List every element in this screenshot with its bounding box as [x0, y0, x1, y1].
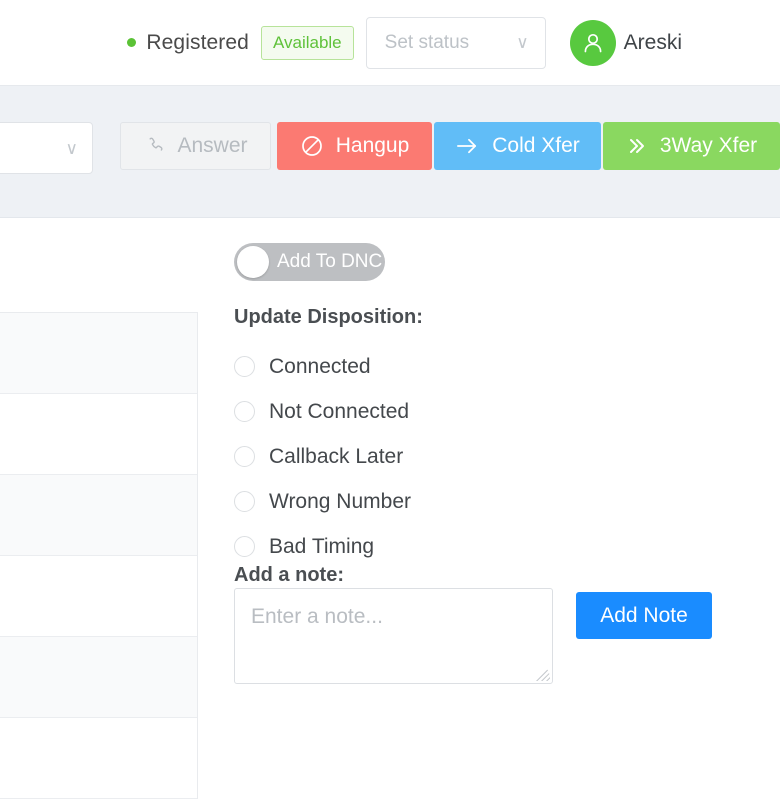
note-placeholder: Enter a note... — [251, 605, 383, 628]
table-row[interactable] — [0, 556, 197, 637]
radio-icon[interactable] — [234, 491, 255, 512]
add-to-dnc-label: Add To DNC — [277, 251, 383, 272]
add-a-note-title: Add a note: — [234, 564, 344, 586]
cold-transfer-button-label: Cold Xfer — [492, 134, 580, 157]
agent-console-screen: Registered Available Set status ∨ Areski — [0, 0, 780, 799]
answer-button[interactable]: Answer — [120, 122, 271, 170]
answer-button-label: Answer — [177, 134, 248, 157]
disposition-option-callback-later[interactable]: Callback Later — [234, 434, 564, 479]
hangup-button-label: Hangup — [335, 134, 410, 157]
extension-dropdown[interactable]: sion ∨ — [0, 122, 93, 174]
disposition-option-bad-timing[interactable]: Bad Timing — [234, 524, 564, 569]
user-icon — [584, 33, 602, 52]
disposition-option-label: Not Connected — [269, 399, 410, 423]
disposition-option-connected[interactable]: Connected — [234, 344, 564, 389]
set-status-placeholder: Set status — [384, 31, 470, 53]
set-status-dropdown[interactable]: Set status ∨ — [365, 16, 546, 69]
disposition-option-label: Wrong Number — [269, 489, 411, 513]
resize-handle-icon[interactable] — [536, 667, 550, 681]
availability-badge[interactable]: Available — [260, 25, 354, 60]
top-status-bar: Registered Available Set status ∨ Areski — [0, 0, 780, 86]
disposition-option-label: Bad Timing — [269, 534, 375, 558]
toggle-knob — [237, 246, 269, 278]
user-name-label: Areski — [623, 30, 682, 54]
note-textarea[interactable]: Enter a note... — [234, 588, 553, 684]
radio-icon[interactable] — [234, 401, 255, 422]
user-menu[interactable]: Areski — [569, 19, 682, 66]
add-note-button[interactable]: Add Note — [576, 592, 712, 639]
disposition-option-label: Connected — [269, 354, 371, 378]
double-chevron-icon — [626, 135, 648, 157]
registration-status-dot — [127, 38, 137, 47]
radio-icon[interactable] — [234, 536, 255, 557]
chevron-down-icon: ∨ — [65, 138, 78, 158]
add-note-button-label: Add Note — [600, 603, 688, 627]
ban-icon — [300, 134, 324, 158]
disposition-option-wrong-number[interactable]: Wrong Number — [234, 479, 564, 524]
table-row[interactable] — [0, 637, 197, 718]
cold-transfer-button[interactable]: Cold Xfer — [434, 122, 601, 170]
chevron-down-icon: ∨ — [516, 33, 529, 52]
phone-icon — [143, 135, 165, 157]
radio-icon[interactable] — [234, 356, 255, 377]
add-to-dnc-toggle[interactable]: Add To DNC — [234, 243, 385, 281]
three-way-transfer-button-label: 3Way Xfer — [659, 134, 758, 157]
table-row[interactable]: d date — [0, 394, 197, 475]
table-row[interactable]: amount — [0, 475, 197, 556]
registration-status: Registered — [127, 31, 249, 55]
call-control-toolbar: sion ∨ Answer Hangup — [0, 86, 780, 218]
table-row[interactable]: Called — [0, 313, 197, 394]
disposition-option-label: Callback Later — [269, 444, 404, 468]
three-way-transfer-button[interactable]: 3Way Xfer — [603, 122, 780, 170]
disposition-option-not-connected[interactable]: Not Connected — [234, 389, 564, 434]
avatar — [569, 19, 616, 66]
update-disposition-title: Update Disposition: — [234, 306, 423, 328]
lead-detail-table: Called d date amount — [0, 312, 198, 799]
hangup-button[interactable]: Hangup — [277, 122, 432, 170]
disposition-radio-group: Connected Not Connected Callback Later W… — [234, 344, 564, 569]
table-row[interactable] — [0, 718, 197, 799]
call-action-buttons: Answer Hangup Cold Xfer 3Way Xfer — [120, 122, 780, 170]
radio-icon[interactable] — [234, 446, 255, 467]
registration-status-label: Registered — [146, 30, 249, 54]
main-content: Called d date amount Add To DNC — [0, 218, 780, 799]
arrow-right-icon — [455, 135, 480, 157]
